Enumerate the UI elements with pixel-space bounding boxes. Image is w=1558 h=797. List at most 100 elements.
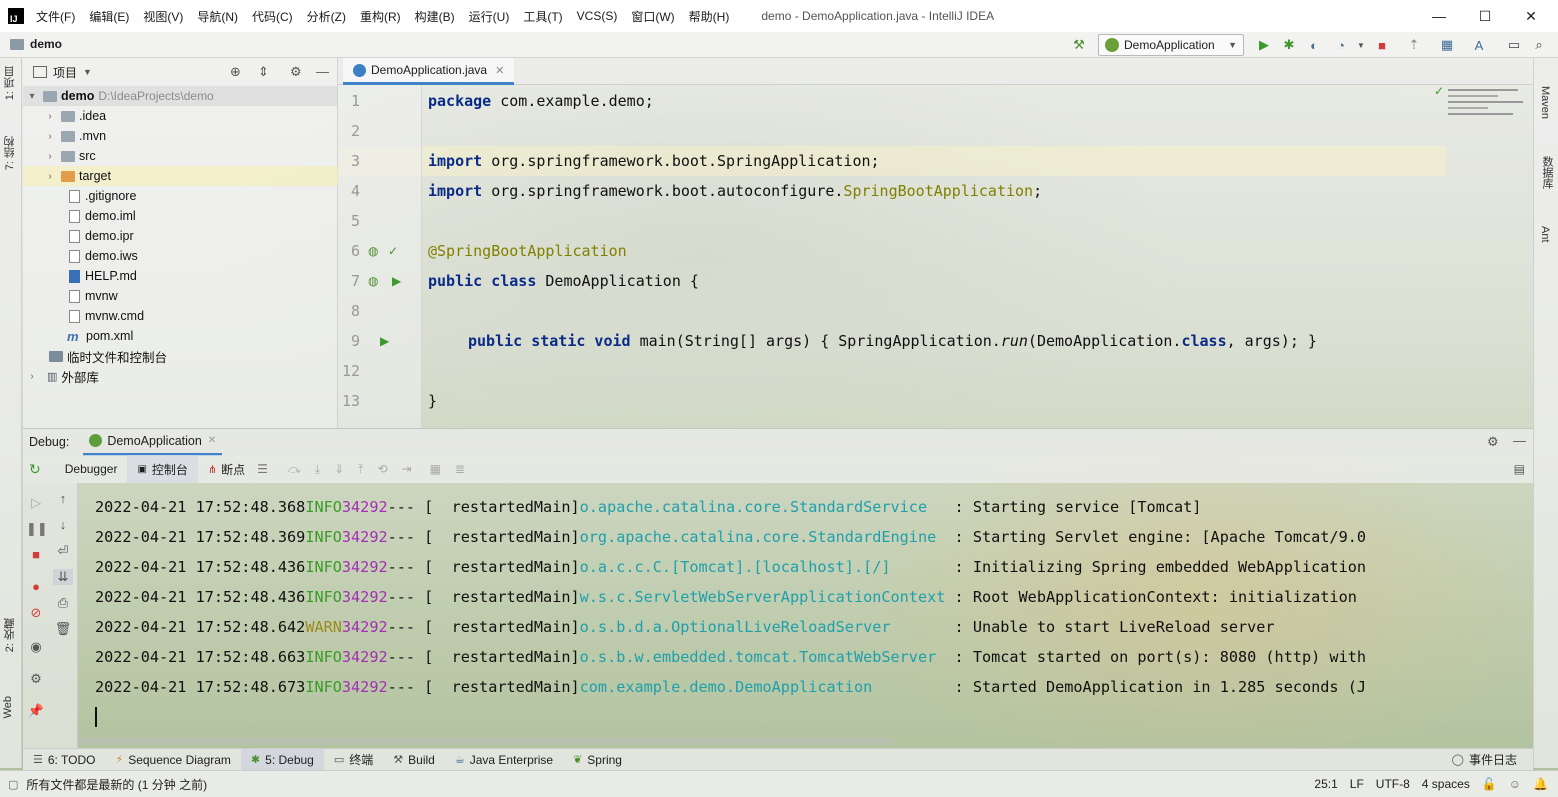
menu-navigate[interactable]: 导航(N)	[197, 8, 238, 25]
tree-item-demo-iws[interactable]: demo.iws	[23, 246, 338, 266]
pause-icon[interactable]: ❚❚	[26, 521, 48, 537]
chevron-right-icon[interactable]: ›	[43, 151, 57, 162]
tool-tab-structure[interactable]: 7: 结构	[2, 136, 18, 170]
close-icon[interactable]: ✕	[208, 435, 216, 446]
more-run-chevron-icon[interactable]: ▼	[1352, 36, 1370, 54]
tree-item-demo-iml[interactable]: demo.iml	[23, 206, 338, 226]
menu-analyze[interactable]: 分析(Z)	[307, 8, 346, 25]
lock-icon[interactable]: 🔓	[1482, 777, 1497, 791]
chevron-right-icon[interactable]: ›	[25, 371, 39, 382]
horizontal-scrollbar[interactable]	[78, 738, 893, 745]
attach-icon[interactable]: ⇡	[1405, 36, 1423, 54]
tree-item-help-md[interactable]: HELP.md	[23, 266, 338, 286]
tool-tab-maven[interactable]: Maven	[1539, 86, 1551, 119]
tool-tab-favorites[interactable]: 2: 收藏	[2, 618, 18, 652]
menu-tools[interactable]: 工具(T)	[523, 8, 562, 25]
hide-icon[interactable]: —	[1513, 433, 1526, 448]
tree-root-demo[interactable]: ▾ demo D:\IdeaProjects\demo	[23, 86, 338, 106]
hide-icon[interactable]: —	[316, 64, 329, 79]
translate-icon[interactable]: A	[1470, 36, 1488, 54]
spring-bean-gutter-icon[interactable]: ◍	[368, 274, 378, 288]
trace-icon[interactable]: ≣	[455, 462, 465, 476]
line-separator[interactable]: LF	[1350, 777, 1364, 791]
chevron-right-icon[interactable]: ›	[43, 111, 57, 122]
tool-tab-sequence-diagram[interactable]: ⚡ Sequence Diagram	[105, 749, 240, 771]
run-icon[interactable]: ▶	[1255, 36, 1273, 54]
tool-tab-spring[interactable]: ❦ Spring	[563, 749, 632, 771]
trash-icon[interactable]: 🗑	[53, 621, 73, 637]
tree-item-gitignore[interactable]: .gitignore	[23, 186, 338, 206]
file-encoding[interactable]: UTF-8	[1376, 777, 1410, 791]
step-over-icon[interactable]: ⤼	[288, 462, 301, 477]
tree-item-src[interactable]: › src	[23, 146, 338, 166]
presentation-icon[interactable]: ▭	[1505, 36, 1523, 54]
tool-tab-terminal[interactable]: ▭ 终端	[324, 749, 383, 771]
menu-view[interactable]: 视图(V)	[143, 8, 183, 25]
tool-tab-event-log[interactable]: ◯ 事件日志	[1442, 749, 1527, 771]
caret-position[interactable]: 25:1	[1314, 777, 1337, 791]
menu-vcs[interactable]: VCS(S)	[577, 9, 618, 23]
menu-file[interactable]: 文件(F)	[36, 8, 75, 25]
tree-item-pom-xml[interactable]: m pom.xml	[23, 326, 338, 346]
editor-minimap[interactable]: ✓	[1434, 84, 1533, 428]
search-everywhere-icon[interactable]: ⌕	[1530, 36, 1548, 54]
scroll-to-end-icon[interactable]: ⇊	[53, 569, 73, 585]
tree-item-demo-ipr[interactable]: demo.ipr	[23, 226, 338, 246]
tool-tab-project[interactable]: 1: 项目	[2, 66, 18, 100]
project-panel-title[interactable]: 项目	[53, 64, 77, 81]
chevron-down-icon[interactable]: ▼	[83, 67, 92, 77]
stop-icon[interactable]: ■	[26, 547, 46, 562]
tab-debugger[interactable]: Debugger	[55, 455, 128, 483]
tree-item-target[interactable]: › target	[23, 166, 338, 186]
tree-item-scratches[interactable]: 临时文件和控制台	[23, 346, 338, 366]
gear-icon[interactable]: ⚙	[1487, 434, 1499, 450]
menu-edit[interactable]: 编辑(E)	[89, 8, 129, 25]
maximize-button[interactable]: ☐	[1462, 0, 1508, 32]
menu-code[interactable]: 代码(C)	[252, 8, 293, 25]
camera-icon[interactable]: ◉	[26, 639, 46, 655]
force-step-into-icon[interactable]: ⇓	[334, 462, 344, 476]
console-output[interactable]: 2022-04-21 17:52:48.368 INFO 34292 --- […	[78, 483, 1533, 748]
close-button[interactable]: ✕	[1508, 0, 1554, 32]
run-to-cursor-icon[interactable]: ⇥	[402, 462, 412, 476]
arrow-down-icon[interactable]: ↓	[53, 517, 73, 532]
menu-build[interactable]: 构建(B)	[415, 8, 455, 25]
print-icon[interactable]: ⎙	[53, 595, 73, 611]
tree-item-mvnw[interactable]: mvnw	[23, 286, 338, 306]
menu-lines-icon[interactable]: ☰	[257, 462, 268, 476]
arrow-up-icon[interactable]: ↑	[53, 491, 73, 506]
tree-item-idea[interactable]: › .idea	[23, 106, 338, 126]
debug-session-tab[interactable]: DemoApplication ✕	[83, 429, 223, 456]
tool-tab-todo[interactable]: ☰ 6: TODO	[23, 749, 105, 771]
gear-icon[interactable]: ⚙	[290, 64, 302, 80]
spring-config-gutter-icon[interactable]: ✓	[388, 244, 398, 258]
layout-icon[interactable]: ▤	[1514, 462, 1525, 476]
tree-item-external-libs[interactable]: › ▥ 外部库	[23, 366, 338, 386]
debug-icon[interactable]: ✱	[1280, 36, 1298, 54]
coverage-icon[interactable]: ◐	[1305, 36, 1323, 54]
run-gutter-icon[interactable]: ▶	[380, 334, 389, 348]
collapse-all-icon[interactable]: ⇕	[258, 64, 269, 80]
indent-setting[interactable]: 4 spaces	[1422, 777, 1470, 791]
tool-tab-java-enterprise[interactable]: ☕ Java Enterprise	[445, 749, 563, 771]
locate-icon[interactable]: ⊕	[230, 64, 241, 80]
tree-item-mvn[interactable]: › .mvn	[23, 126, 338, 146]
status-toggle-icon[interactable]: ▢	[8, 778, 18, 791]
stop-icon[interactable]: ■	[1373, 36, 1391, 54]
chevron-right-icon[interactable]: ›	[43, 171, 57, 182]
settings-icon[interactable]: ⚙	[26, 671, 46, 687]
editor-tab-demoapplication[interactable]: DemoApplication.java ✕	[343, 58, 515, 85]
resume-icon[interactable]: ▷	[26, 495, 46, 511]
menu-window[interactable]: 窗口(W)	[631, 8, 674, 25]
bell-icon[interactable]: 🔔	[1533, 777, 1548, 791]
rerun-icon[interactable]: ↻	[29, 461, 41, 478]
menu-run[interactable]: 运行(U)	[469, 8, 510, 25]
build-hammer-icon[interactable]: ⚒	[1070, 36, 1088, 54]
tree-item-mvnw-cmd[interactable]: mvnw.cmd	[23, 306, 338, 326]
drop-frame-icon[interactable]: ⟲	[377, 462, 387, 476]
tab-breakpoints[interactable]: ⋔ 断点	[198, 455, 255, 483]
tool-tab-web[interactable]: Web	[2, 696, 14, 718]
evaluate-icon[interactable]: ▦	[430, 462, 441, 476]
code-editor[interactable]: package com.example.demo; import org.spr…	[422, 85, 1446, 428]
profile-icon[interactable]: ◔	[1332, 36, 1350, 54]
